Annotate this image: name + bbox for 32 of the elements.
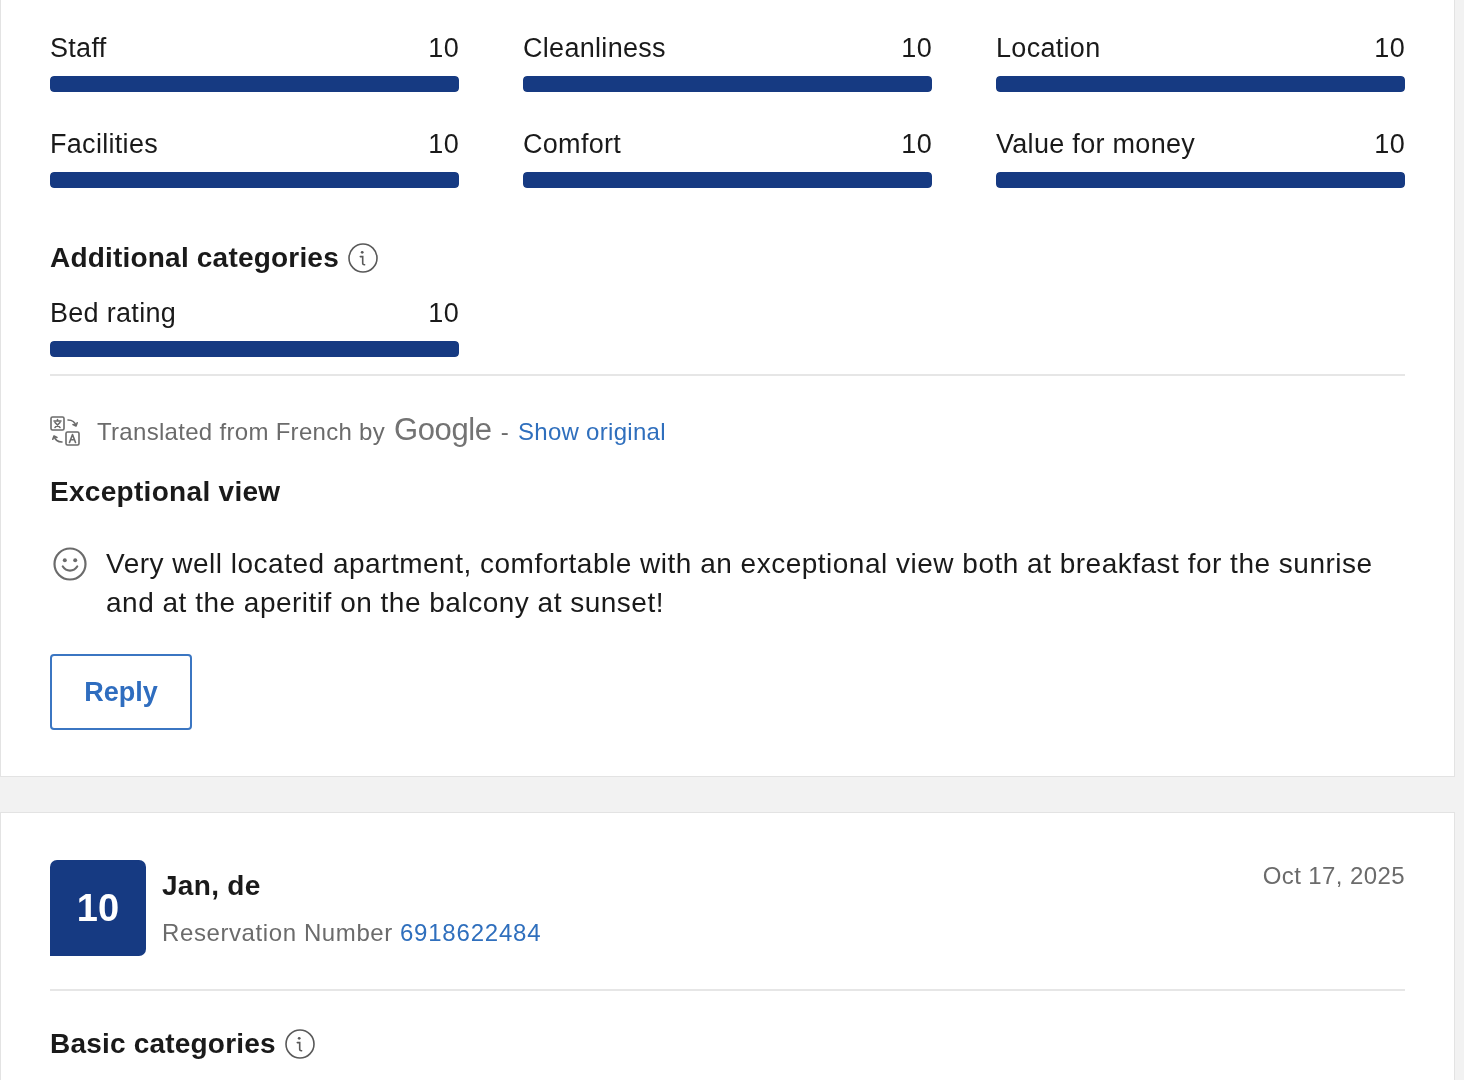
category-score: 10 [428,32,459,64]
category-label: Staff [50,32,107,64]
category-label: Facilities [50,128,159,160]
category-label: Cleanliness [523,32,666,64]
guest-name: Jan, de [162,870,262,902]
section-heading: Basic categories [50,1028,276,1060]
info-icon[interactable] [347,243,378,273]
category-label: Bed rating [50,297,177,329]
review-comment: Very well located apartment, comfortable with an exceptional view both at breakfast for the sunrise and at the aperitif on the balcony at sunset! [106,547,1374,620]
category-score: 10 [901,32,932,64]
category-score: 10 [1374,128,1405,160]
review-title: Exceptional view [50,476,282,508]
reply-button[interactable]: Reply [50,654,192,730]
category-score: 10 [901,128,932,160]
category-score: 10 [1374,32,1405,64]
category-score: 10 [428,128,459,160]
category-label: Comfort [523,128,622,160]
score-badge: 10 [50,860,146,956]
translation-note: Translated from French by [97,417,386,447]
category-score: 10 [428,297,459,329]
smiley-face-icon [53,547,87,581]
provider-wordmark: Google [394,414,492,446]
separator-text: - [500,417,509,447]
translate-icon [50,416,80,446]
review-date: Oct 17, 2025 [1262,861,1405,891]
reservation-label: Reservation Number [162,918,393,948]
category-label: Location [996,32,1101,64]
section-heading: Additional categories [50,242,339,274]
info-icon[interactable] [284,1029,315,1059]
reservation-number-link[interactable]: 6918622484 [399,917,542,949]
category-label: Value for money [996,128,1196,160]
show-original-link[interactable]: Show original [517,416,666,448]
